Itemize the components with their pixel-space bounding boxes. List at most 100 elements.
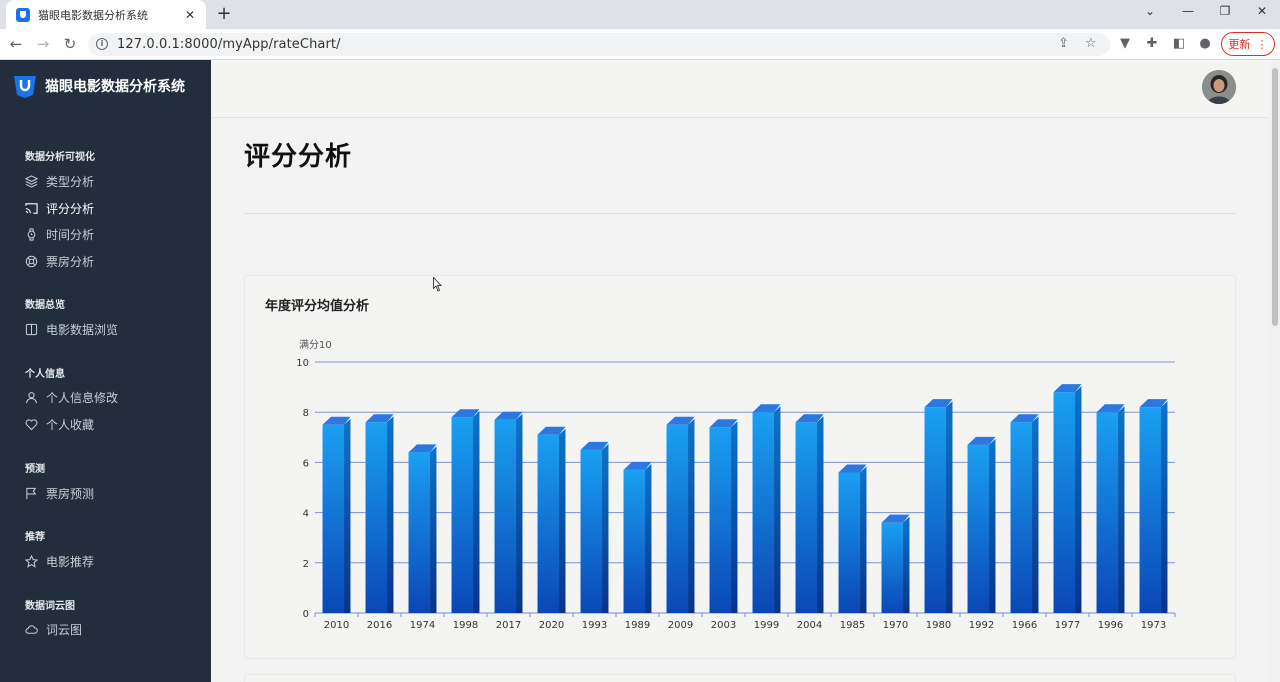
sidebar-item-time-analysis[interactable]: 时间分析	[25, 225, 94, 243]
x-tick-label: 1974	[410, 620, 435, 631]
y-tick-label: 6	[303, 458, 309, 469]
page-scrollbar[interactable]	[1270, 60, 1280, 682]
reload-icon[interactable]: ↻	[61, 35, 79, 53]
sidebar-item-label: 个人收藏	[46, 417, 95, 432]
scroll-thumb[interactable]	[1272, 68, 1278, 326]
bar-side-1985	[860, 466, 867, 613]
bar-1966	[1010, 422, 1033, 613]
brand[interactable]: 猫眼电影数据分析系统	[13, 74, 185, 98]
y-tick-label: 2	[303, 559, 309, 570]
update-button[interactable]: 更新 ⋮	[1221, 32, 1275, 56]
bar-side-1977	[1075, 386, 1082, 613]
bar-side-1973	[1161, 401, 1168, 613]
x-tick-label: 1992	[969, 620, 994, 631]
sidebar-item-boxoffice-analysis[interactable]: 票房分析	[25, 252, 94, 270]
x-tick-label: 1989	[625, 620, 650, 631]
sidebar-item-type-analysis[interactable]: 类型分析	[25, 172, 94, 190]
nav-header-visualization: 数据分析可视化	[25, 152, 95, 163]
extensions-puzzle-icon[interactable]: ✚	[1144, 36, 1160, 51]
bar-side-1980	[946, 401, 953, 613]
update-label: 更新	[1228, 38, 1251, 51]
bar-side-2020	[559, 428, 566, 613]
bar-1973	[1139, 407, 1162, 613]
profile-icon[interactable]: ●	[1197, 36, 1213, 51]
y-tick-label: 4	[303, 509, 309, 520]
bar-1989	[623, 469, 646, 613]
minimize-button[interactable]: —	[1178, 4, 1198, 18]
bar-1999	[752, 412, 775, 613]
site-info-icon[interactable]: i	[96, 38, 108, 50]
page-title: 评分分析	[244, 142, 353, 172]
heart-icon	[25, 418, 38, 430]
address-bar[interactable]: i 127.0.0.1:8000/myApp/rateChart/ ⇪ ☆	[88, 33, 1110, 56]
x-tick-label: 1966	[1012, 620, 1037, 631]
sidebar-item-movie-browse[interactable]: 电影数据浏览	[25, 320, 118, 338]
extension-v-icon[interactable]: ▼	[1117, 36, 1133, 51]
bar-side-1974	[430, 446, 437, 613]
bar-1974	[408, 452, 431, 613]
restore-button[interactable]: ❐	[1215, 4, 1235, 18]
sidebar-item-wordcloud[interactable]: 词云图	[25, 620, 82, 638]
browser-tab-strip: 猫眼电影数据分析系统 ✕ + ⌄ — ❐ ✕	[0, 0, 1280, 29]
tab-search-icon[interactable]: ⌄	[1140, 4, 1160, 18]
menu-dots-icon: ⋮	[1256, 37, 1268, 51]
x-tick-label: 1970	[883, 620, 908, 631]
bar-side-1966	[1032, 416, 1039, 613]
bar-side-1989	[645, 463, 652, 613]
bar-side-2009	[688, 418, 695, 613]
bar-side-1993	[602, 443, 609, 613]
forward-icon[interactable]: →	[34, 35, 52, 53]
bar-2020	[537, 434, 560, 613]
mouse-cursor-icon	[433, 277, 443, 292]
share-icon[interactable]: ⇪	[1058, 36, 1069, 51]
sidebar-item-rate-analysis[interactable]: 评分分析	[25, 199, 94, 217]
new-tab-button[interactable]: +	[214, 3, 234, 24]
top-navbar	[211, 60, 1270, 118]
bar-2017	[494, 419, 517, 613]
x-tick-label: 1999	[754, 620, 779, 631]
bar-side-1992	[989, 438, 996, 613]
browser-tab[interactable]: 猫眼电影数据分析系统 ✕	[6, 0, 206, 29]
bar-2004	[795, 422, 818, 613]
tab-close-icon[interactable]: ✕	[182, 8, 198, 22]
bar-1998	[451, 417, 474, 613]
sidebar-item-boxoffice-predict[interactable]: 票房预测	[25, 484, 94, 502]
side-panel-icon[interactable]: ◧	[1171, 36, 1187, 51]
x-tick-label: 1980	[926, 620, 951, 631]
bar-side-1999	[774, 406, 781, 613]
back-icon[interactable]: ←	[7, 35, 25, 53]
x-tick-label: 2016	[367, 620, 392, 631]
y-tick-label: 8	[303, 408, 309, 419]
x-tick-label: 2009	[668, 620, 693, 631]
sidebar-item-label: 类型分析	[46, 174, 95, 189]
bar-1970	[881, 522, 904, 613]
nav-header-overview: 数据总览	[25, 300, 65, 311]
cloud-icon	[25, 624, 38, 634]
bar-1977	[1053, 392, 1076, 613]
sidebar-item-label: 票房预测	[46, 486, 95, 501]
nav-header-recommend: 推荐	[25, 532, 45, 543]
life-buoy-icon	[25, 255, 38, 267]
sidebar-item-profile-edit[interactable]: 个人信息修改	[25, 388, 118, 406]
chart-card: 年度评分均值分析 0 2 4 6 8 10 满分10 2010 2016 1974 1998 2017…	[244, 275, 1236, 659]
x-tick-label: 1973	[1141, 620, 1166, 631]
x-tick-label: 2010	[324, 620, 349, 631]
avatar[interactable]	[1202, 70, 1236, 104]
x-tick-label: 1993	[582, 620, 607, 631]
bar-side-2016	[387, 416, 394, 613]
x-tick-label: 1998	[453, 620, 478, 631]
tab-title: 猫眼电影数据分析系统	[38, 8, 148, 22]
bar-1980	[924, 407, 947, 613]
bar-1996	[1096, 412, 1119, 613]
close-window-button[interactable]: ✕	[1252, 4, 1272, 18]
url-text[interactable]: 127.0.0.1:8000/myApp/rateChart/	[117, 37, 341, 52]
x-tick-label: 2004	[797, 620, 822, 631]
bar-side-2003	[731, 421, 738, 613]
sidebar-item-favorites[interactable]: 个人收藏	[25, 415, 94, 433]
cast-icon	[25, 202, 38, 214]
y-tick-label: 0	[303, 609, 309, 620]
sidebar-item-movie-recommend[interactable]: 电影推荐	[25, 552, 94, 570]
x-tick-label: 2020	[539, 620, 564, 631]
bar-side-1970	[903, 516, 910, 613]
bookmark-star-icon[interactable]: ☆	[1085, 36, 1097, 51]
